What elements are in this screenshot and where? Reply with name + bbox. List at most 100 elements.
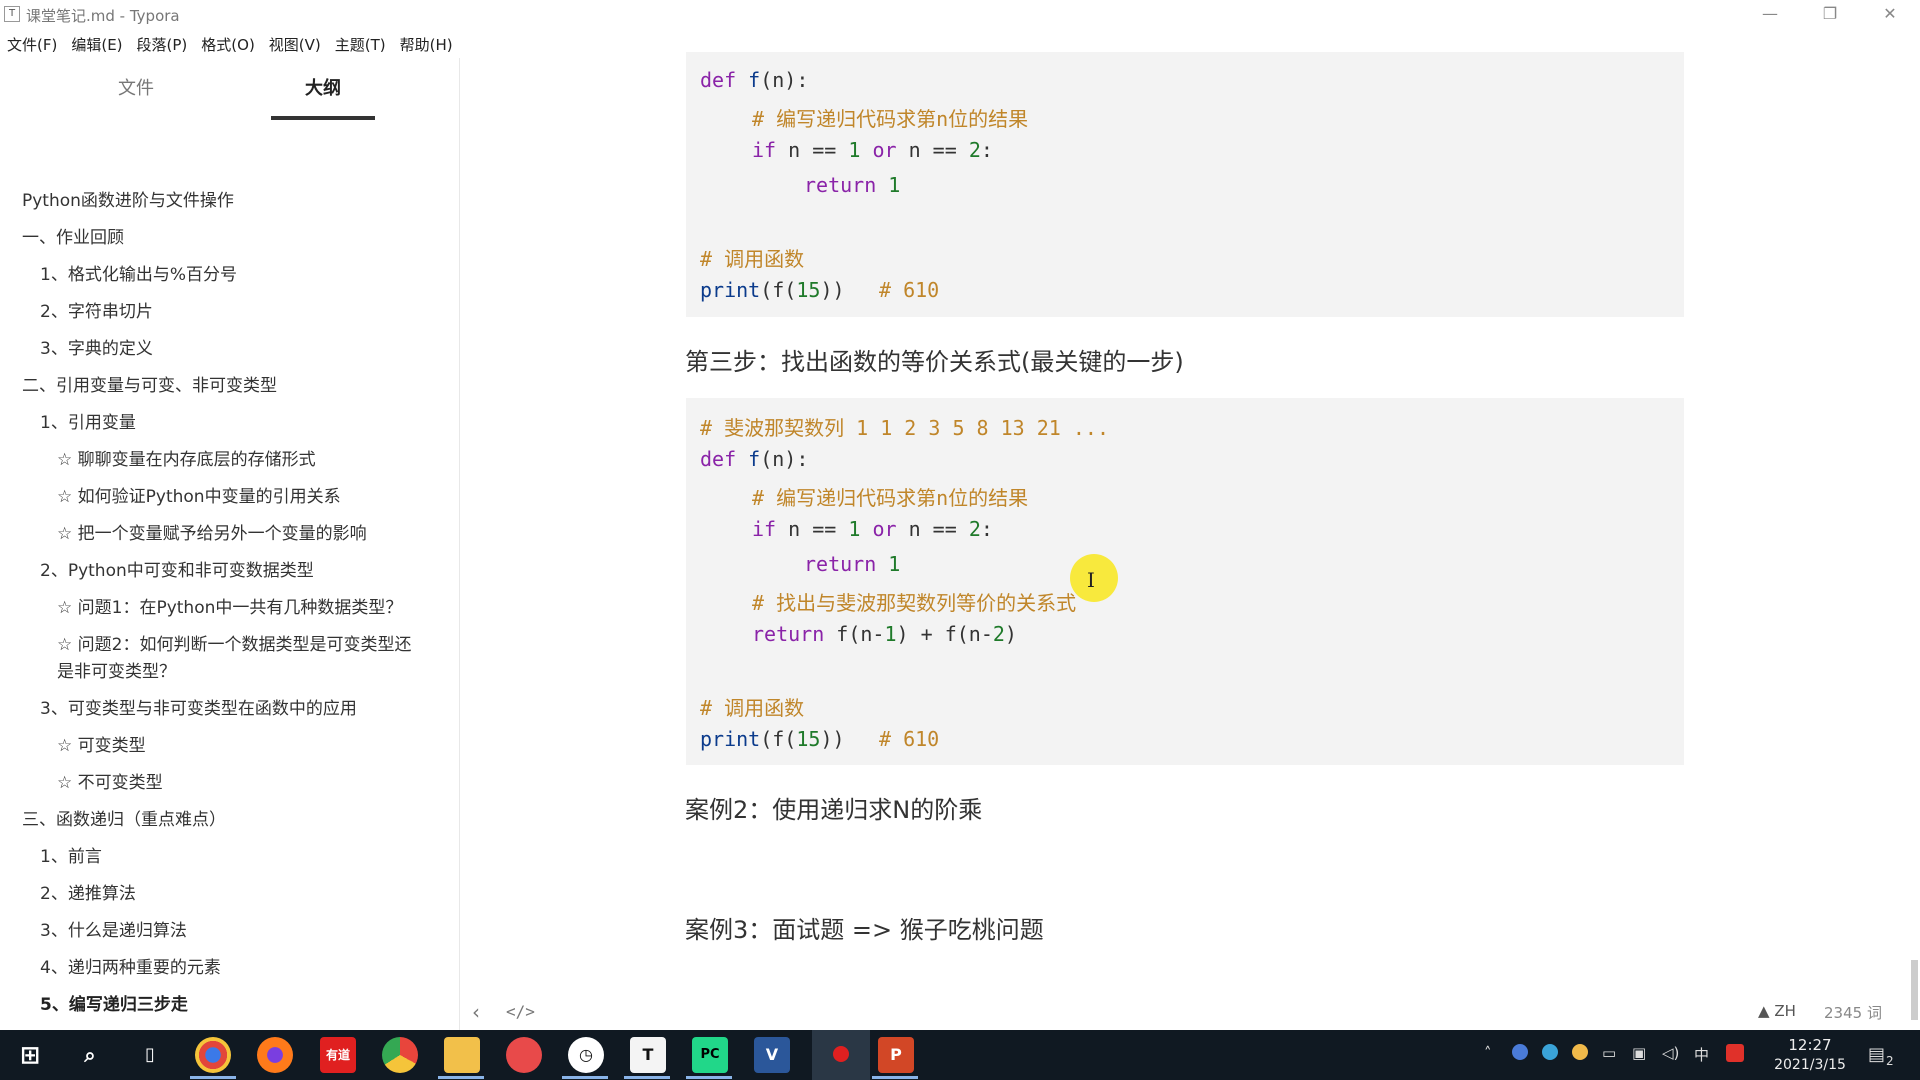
outline-item[interactable]: 二、引用变量与可变、非可变类型 [22,373,422,400]
typora-app-icon: T [4,6,20,22]
menu-edit[interactable]: 编辑(E) [64,30,129,56]
outline-item[interactable]: 2、字符串切片 [40,299,440,326]
code-line: return f(n-1) + f(n-2) [752,622,1017,646]
outline-item[interactable]: ☆ 不可变类型 [57,770,457,797]
tray-app-icon[interactable] [1512,1044,1528,1060]
search-icon[interactable]: ⌕ [72,1037,108,1073]
menu-file[interactable]: 文件(F) [0,30,64,56]
text-cursor-icon: I [1087,568,1095,592]
outline-item[interactable]: 4、递归两种重要的元素 [40,955,440,982]
outline-item[interactable]: ☆ 问题1：在Python中一共有几种数据类型？ [57,595,457,622]
outline-item[interactable]: 2、Python中可变和非可变数据类型 [40,558,440,585]
code-comment: # 编写递归代码求第n位的结果 [752,486,1029,510]
clock-app-active-indicator [562,1076,608,1079]
heading-step3: 第三步：找出函数的等价关系式(最关键的一步) [685,348,1184,376]
menu-theme[interactable]: 主题(T) [328,30,393,56]
menu-bar: 文件(F) 编辑(E) 段落(P) 格式(O) 视图(V) 主题(T) 帮助(H… [0,30,460,56]
code-line: def f(n): [700,68,809,92]
outline-item[interactable]: ☆ 如何验证Python中变量的引用关系 [57,484,457,511]
code-comment: # 610 [879,278,940,302]
heading-case3: 案例3：面试题 => 猴子吃桃问题 [685,916,1044,944]
close-button[interactable]: ✕ [1860,0,1920,28]
record-icon[interactable] [812,1030,870,1080]
outline-item[interactable]: 3、字典的定义 [40,336,440,363]
code-comment: # 调用函数 [700,247,805,271]
warning-icon: ▲ [1758,1002,1770,1020]
network-icon[interactable]: ▣ [1632,1044,1646,1062]
code-line: return 1 [804,552,901,576]
code-comment: # 找出与斐波那契数列等价的关系式 [752,591,1077,615]
pycharm-icon[interactable]: PC [692,1037,728,1073]
firefox-icon[interactable] [257,1037,293,1073]
outline-item[interactable]: 一、作业回顾 [22,225,422,252]
taskbar: ⊞ ⌕ ▯ 有道 ◷ T PC V P ˄ ▭ ▣ ◁) 中 12:27 202… [0,1030,1920,1080]
chromium-icon[interactable] [382,1037,418,1073]
menu-format[interactable]: 格式(O) [194,30,262,56]
visio-icon[interactable]: V [754,1037,790,1073]
sogou-input-icon[interactable] [1726,1044,1744,1062]
clock-date[interactable]: 2021/3/15 [1764,1057,1856,1073]
screen-recorder-icon[interactable] [506,1037,542,1073]
code-comment: # 编写递归代码求第n位的结果 [752,107,1029,131]
code-line: print(f(15)) [700,278,845,302]
outline-item[interactable]: ☆ 可变类型 [57,733,457,760]
word-count[interactable]: 2345 词 [1824,1002,1882,1023]
menu-view[interactable]: 视图(V) [262,30,328,56]
code-comment: # 斐波那契数列 1 1 2 3 5 8 13 21 ... [700,416,1109,440]
typora-icon[interactable]: T [630,1037,666,1073]
code-line: if n == 1 or n == 2: [752,138,993,162]
heading-case2: 案例2：使用递归求N的阶乘 [685,796,983,824]
sidebar: 文件 大纲 Python函数进阶与文件操作 一、作业回顾 1、格式化输出与%百分… [0,58,460,1030]
scrollbar-thumb[interactable] [1911,960,1918,1020]
outline-item[interactable]: ☆ 聊聊变量在内存底层的存储形式 [57,447,457,474]
battery-icon[interactable]: ▭ [1602,1044,1616,1062]
clock-app-icon[interactable]: ◷ [568,1037,604,1073]
notification-center-icon[interactable]: ▤ [1868,1044,1885,1065]
start-icon[interactable]: ⊞ [12,1037,48,1073]
restore-button[interactable]: ❐ [1800,0,1860,28]
file-explorer-icon[interactable] [444,1037,480,1073]
sidebar-tabs: 文件 大纲 [0,72,459,120]
language-indicator[interactable]: ▲ ZH [1758,1002,1796,1020]
outline-item[interactable]: 1、前言 [40,844,440,871]
powerpoint-icon[interactable]: P [878,1037,914,1073]
volume-icon[interactable]: ◁) [1662,1044,1679,1062]
tray-app-icon[interactable] [1542,1044,1558,1060]
code-comment: # 610 [879,727,940,751]
chrome-icon[interactable] [195,1037,231,1073]
tray-expand-chevron-icon[interactable]: ˄ [1484,1044,1492,1062]
code-line: print(f(15)) [700,727,845,751]
code-block-1[interactable]: def f(n): # 编写递归代码求第n位的结果 if n == 1 or n… [686,52,1684,317]
code-line: if n == 1 or n == 2: [752,517,993,541]
status-bar: ‹ </> ▲ ZH 2345 词 [460,996,1920,1028]
notification-count: 2 [1886,1054,1894,1068]
tray-cloud-icon[interactable] [1572,1044,1588,1060]
youdao-icon[interactable]: 有道 [320,1037,356,1073]
tab-outline[interactable]: 大纲 [271,72,375,120]
outline-item[interactable]: 3、可变类型与非可变类型在函数中的应用 [40,696,440,723]
powerpoint-active-indicator [872,1076,918,1079]
source-code-toggle-icon[interactable]: </> [506,1002,535,1021]
code-comment: # 调用函数 [700,696,805,720]
ime-indicator[interactable]: 中 [1694,1044,1709,1065]
outline-item[interactable]: 3、什么是递归算法 [40,918,440,945]
toggle-sidebar-chevron-icon[interactable]: ‹ [472,1000,480,1024]
code-line: def f(n): [700,447,809,471]
menu-paragraph[interactable]: 段落(P) [130,30,195,56]
outline-item[interactable]: 三、函数递归（重点难点） [22,807,422,834]
task-view-icon[interactable]: ▯ [132,1037,168,1073]
minimize-button[interactable]: — [1740,0,1800,28]
outline-item-active[interactable]: 5、编写递归三步走 [40,992,440,1019]
outline-item[interactable]: ☆ 把一个变量赋予给另外一个变量的影响 [57,521,457,548]
explorer-active-indicator [438,1076,484,1079]
outline-item[interactable]: 1、格式化输出与%百分号 [40,262,440,289]
outline-item[interactable]: ☆ 问题2：如何判断一个数据类型是可变类型还是非可变类型？ [57,632,427,686]
outline-item[interactable]: Python函数进阶与文件操作 [22,188,422,215]
outline-item[interactable]: 2、递推算法 [40,881,440,908]
outline-item[interactable]: 1、引用变量 [40,410,440,437]
clock-time[interactable]: 12:27 [1770,1036,1850,1054]
menu-help[interactable]: 帮助(H) [393,30,460,56]
code-block-2[interactable]: # 斐波那契数列 1 1 2 3 5 8 13 21 ... def f(n):… [686,398,1684,765]
code-line: return 1 [804,173,901,197]
tab-files[interactable]: 文件 [84,72,188,116]
